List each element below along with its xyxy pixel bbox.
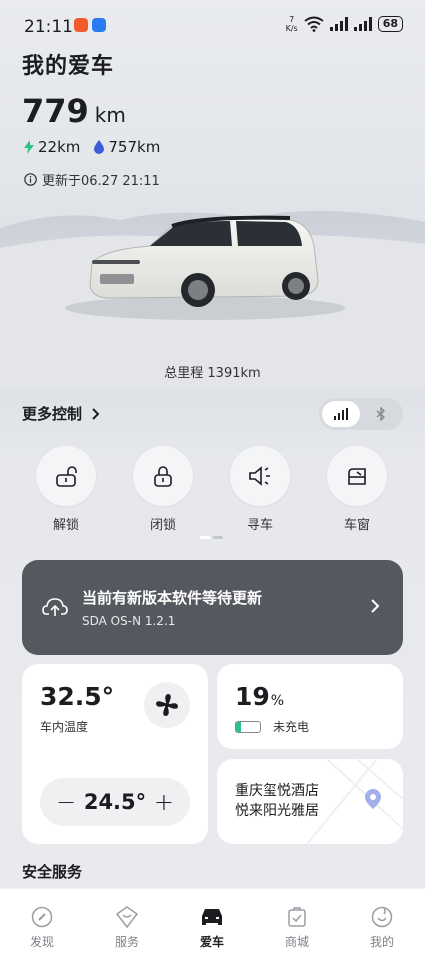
- software-update-card[interactable]: 当前有新版本软件等待更新 SDA OS-N 1.2.1: [22, 560, 403, 655]
- total-range: 779 km: [22, 92, 126, 130]
- page-indicator: [200, 536, 223, 539]
- location-line-2: 悦来阳光雅居: [235, 803, 319, 819]
- status-indicators: 7 K/s 68: [286, 15, 403, 33]
- inside-temperature: 32.5°: [40, 682, 115, 711]
- fuel-range: 757km: [108, 138, 161, 156]
- quick-controls: 解锁 闭锁 寻车 车窗: [0, 446, 425, 536]
- compass-icon: [31, 906, 53, 928]
- update-title: 当前有新版本软件等待更新: [82, 589, 263, 607]
- battery-level-bar: [235, 720, 261, 733]
- profile-icon: [371, 906, 393, 928]
- battery-indicator: 68: [377, 16, 403, 32]
- service-icon: [115, 906, 139, 928]
- horn-icon: [249, 466, 270, 486]
- car-icon: [202, 909, 222, 925]
- unlock-control[interactable]: 解锁: [36, 446, 96, 533]
- more-control-link[interactable]: 更多控制: [22, 403, 102, 424]
- lightning-icon: [24, 140, 34, 154]
- window-icon: [348, 468, 366, 485]
- lock-control[interactable]: 闭锁: [133, 446, 193, 533]
- climate-card[interactable]: 32.5° 车内温度 − 24.5° +: [22, 664, 208, 844]
- nav-discover[interactable]: 发现: [12, 905, 72, 950]
- electric-range: 22km: [38, 138, 81, 156]
- window-control[interactable]: 车窗: [327, 446, 387, 533]
- chevron-right-icon: [92, 407, 100, 420]
- info-icon: [24, 173, 37, 186]
- lock-icon: [154, 466, 172, 487]
- fuel-drop-icon: [94, 140, 105, 154]
- cellular-option[interactable]: [322, 401, 360, 427]
- bluetooth-option[interactable]: [362, 401, 400, 427]
- charge-card[interactable]: 19 % 未充电: [217, 664, 403, 749]
- temperature-increase-button[interactable]: +: [154, 790, 174, 814]
- cloud-upload-icon: [42, 598, 68, 616]
- update-time: 更新于06.27 21:11: [24, 170, 160, 189]
- car-image[interactable]: [0, 188, 425, 388]
- inside-temperature-label: 车内温度: [40, 720, 89, 734]
- unlock-icon: [56, 466, 77, 487]
- bottom-navigation: 发现 服务 爱车 商城 我的: [0, 888, 425, 960]
- temperature-stepper: − 24.5° +: [40, 778, 190, 826]
- location-card[interactable]: 重庆玺悦酒店 悦来阳光雅居: [217, 759, 403, 844]
- nav-service[interactable]: 服务: [97, 905, 157, 950]
- temperature-decrease-button[interactable]: −: [56, 790, 76, 814]
- range-value: 779: [22, 92, 89, 130]
- find-car-control[interactable]: 寻车: [230, 446, 290, 533]
- signal-icon: [353, 17, 372, 31]
- fan-button[interactable]: [144, 682, 190, 728]
- wifi-icon: [304, 16, 324, 32]
- net-speed: 7 K/s: [285, 15, 298, 33]
- nav-profile[interactable]: 我的: [352, 905, 412, 950]
- update-version: SDA OS-N 1.2.1: [82, 614, 176, 628]
- charge-status: 未充电: [273, 720, 310, 734]
- signal-icon: [329, 17, 348, 31]
- nav-shop[interactable]: 商城: [267, 905, 327, 950]
- battery-percent: 19 %: [235, 682, 285, 711]
- bluetooth-icon: [376, 407, 386, 421]
- notification-app-icon: [74, 18, 88, 32]
- page-title: 我的爱车: [22, 54, 115, 79]
- range-unit: km: [94, 103, 126, 127]
- set-temperature: 24.5°: [83, 790, 147, 814]
- safety-section-title: 安全服务: [22, 863, 83, 881]
- nav-my-car[interactable]: 爱车: [182, 905, 242, 950]
- chevron-right-icon: [371, 599, 380, 613]
- odometer: 总里程 1391km: [164, 366, 261, 381]
- location-line-1: 重庆玺悦酒店: [235, 783, 319, 799]
- connection-toggle[interactable]: [319, 398, 403, 430]
- fan-icon: [156, 694, 178, 716]
- status-time: 21:11: [24, 17, 73, 37]
- cellular-icon: [334, 408, 348, 420]
- status-bar: 21:11 7 K/s 68: [0, 0, 425, 52]
- shop-icon: [288, 907, 306, 927]
- energy-breakdown: 22km 757km: [24, 138, 160, 156]
- location-pin-icon: [365, 789, 381, 809]
- notification-app-icon: [92, 18, 106, 32]
